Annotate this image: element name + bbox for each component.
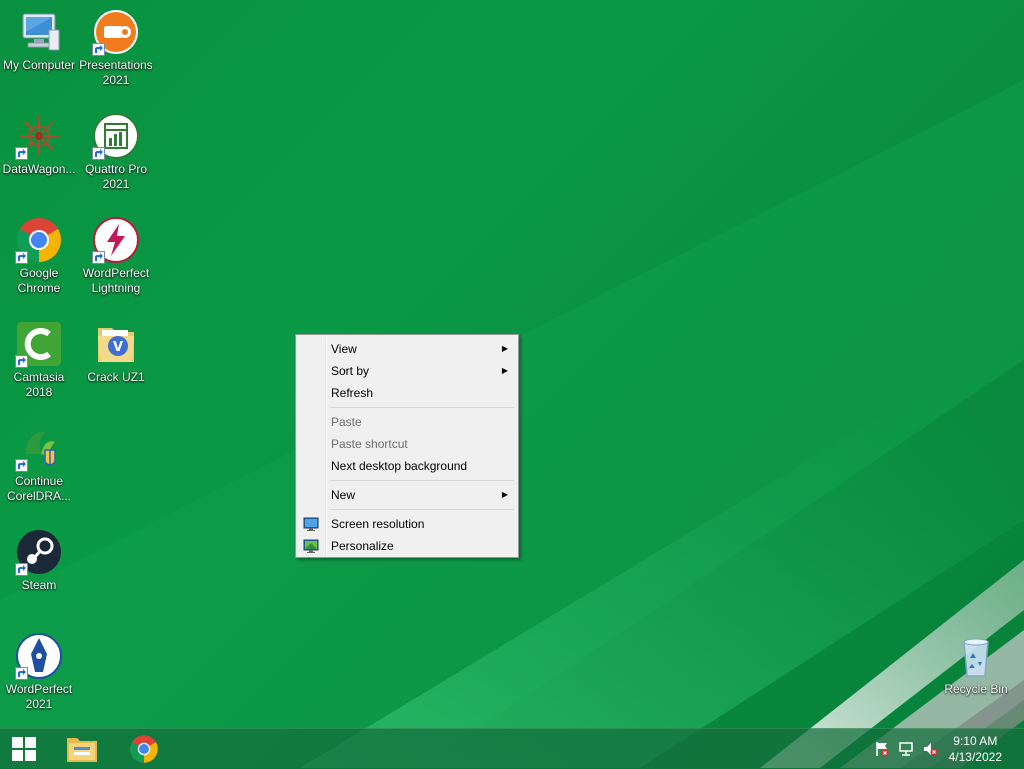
shortcut-arrow-icon	[92, 251, 105, 264]
menu-item-label: Refresh	[331, 386, 374, 400]
shortcut-arrow-icon	[15, 563, 28, 576]
submenu-arrow-icon: ▶	[501, 344, 508, 353]
desktop-icon-google-chrome[interactable]: Google Chrome	[0, 216, 78, 296]
desktop-icon-label: Camtasia 2018	[13, 370, 65, 399]
shortcut-arrow-icon	[15, 355, 28, 368]
desktop-icon-label: Recycle Bin	[944, 682, 1008, 696]
shortcut-arrow-icon	[15, 667, 28, 680]
menu-item-next-desktop-background[interactable]: Next desktop background	[298, 455, 516, 477]
chrome-icon	[130, 735, 158, 763]
desktop-icon-label: WordPerfect Lightning	[82, 266, 150, 295]
taskbar-clock[interactable]: 9:10 AM 4/13/2022	[949, 733, 1002, 765]
submenu-arrow-icon: ▶	[501, 366, 508, 375]
volume-muted-icon[interactable]	[922, 741, 938, 757]
menu-item-label: Next desktop background	[331, 459, 468, 473]
menu-item-label: Personalize	[331, 539, 394, 553]
desktop-icon-label: Presentations 2021	[79, 58, 153, 87]
desktop-icon-wordperfect[interactable]: WordPerfect 2021	[0, 632, 78, 712]
menu-item-personalize[interactable]: Personalize	[298, 535, 516, 557]
menu-item-sort-by[interactable]: Sort by ▶	[298, 360, 516, 382]
desktop-icon-label: Google Chrome	[17, 266, 61, 295]
clock-date: 4/13/2022	[948, 750, 1002, 764]
menu-separator	[330, 407, 514, 408]
desktop-icon-label: WordPerfect 2021	[5, 682, 73, 711]
desktop-icon-quattro-pro[interactable]: Quattro Pro 2021	[77, 112, 155, 192]
screen-resolution-icon	[303, 517, 319, 531]
desktop-icon-label: My Computer	[2, 58, 76, 72]
desktop-icon-my-computer[interactable]: My Computer	[0, 8, 78, 73]
network-icon[interactable]	[898, 741, 914, 757]
desktop-icon-presentations[interactable]: Presentations 2021	[77, 8, 155, 88]
desktop-icon-label: Crack UZ1	[87, 370, 145, 384]
menu-item-label: View	[331, 342, 357, 356]
desktop-icon-wordperfect-lightning[interactable]: WordPerfect Lightning	[77, 216, 155, 296]
menu-separator	[330, 480, 514, 481]
shortcut-arrow-icon	[92, 147, 105, 160]
personalize-icon	[303, 539, 319, 553]
menu-separator	[330, 509, 514, 510]
desktop-icon-camtasia[interactable]: Camtasia 2018	[0, 320, 78, 400]
menu-item-label: New	[331, 488, 356, 502]
start-button[interactable]	[0, 729, 48, 769]
action-center-flag-icon[interactable]	[874, 741, 890, 757]
menu-item-label: Sort by	[331, 364, 370, 378]
desktop-icon-continue-coreldraw[interactable]: Continue CorelDRA...	[0, 424, 78, 504]
desktop-icon-label: Quattro Pro 2021	[84, 162, 148, 191]
desktop-icon-steam[interactable]: Steam	[0, 528, 78, 593]
desktop-icon-recycle-bin[interactable]: Recycle Bin	[937, 632, 1015, 697]
clock-time: 9:10 AM	[953, 734, 998, 748]
computer-icon	[22, 13, 60, 51]
folder-icon: V	[98, 328, 134, 362]
svg-text:V: V	[113, 340, 123, 355]
shortcut-arrow-icon	[15, 251, 28, 264]
menu-item-label: Paste	[331, 415, 362, 429]
menu-item-paste: Paste	[298, 411, 516, 433]
desktop-icon-datawagon[interactable]: DataWagon...	[0, 112, 78, 177]
submenu-arrow-icon: ▶	[501, 490, 508, 499]
desktop-icon-label: Continue CorelDRA...	[6, 474, 71, 503]
shortcut-arrow-icon	[15, 459, 28, 472]
taskbar: 9:10 AM 4/13/2022	[0, 728, 1024, 769]
menu-item-new[interactable]: New ▶	[298, 484, 516, 506]
desktop-icon-label: Steam	[21, 578, 57, 592]
shortcut-arrow-icon	[92, 43, 105, 56]
taskbar-chrome[interactable]	[114, 729, 174, 769]
menu-item-label: Screen resolution	[331, 517, 425, 531]
file-explorer-icon	[67, 738, 97, 762]
desktop-icon-label: DataWagon...	[2, 162, 76, 176]
desktop-context-menu: View ▶ Sort by ▶ Refresh Paste Paste sho…	[295, 334, 519, 558]
menu-item-paste-shortcut: Paste shortcut	[298, 433, 516, 455]
recycle-bin-icon	[963, 638, 989, 677]
menu-item-label: Paste shortcut	[331, 437, 408, 451]
taskbar-file-explorer[interactable]	[52, 729, 112, 769]
desktop-icon-crack-uz1[interactable]: V Crack UZ1	[77, 320, 155, 385]
menu-item-screen-resolution[interactable]: Screen resolution	[298, 513, 516, 535]
windows-logo-icon	[12, 737, 36, 761]
shortcut-arrow-icon	[15, 147, 28, 160]
menu-item-refresh[interactable]: Refresh	[298, 382, 516, 404]
menu-item-view[interactable]: View ▶	[298, 338, 516, 360]
